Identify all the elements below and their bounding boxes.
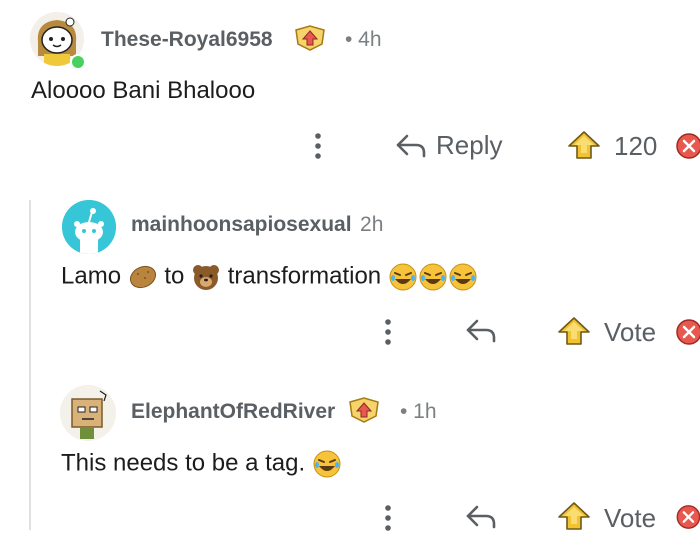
upvote-icon	[568, 131, 600, 159]
comment-timestamp: 2h	[360, 213, 384, 236]
downvote-button[interactable]	[675, 318, 700, 351]
reply-label: Reply	[436, 130, 503, 160]
comment-header: mainhoonsapiosexual 2h	[131, 213, 383, 237]
reply-button[interactable]	[464, 317, 498, 350]
comment-timestamp: • 4h	[345, 28, 382, 51]
more-options-button[interactable]	[306, 131, 330, 161]
vote-count: 120	[614, 131, 658, 161]
more-options-button[interactable]	[376, 317, 400, 347]
avatar[interactable]	[62, 200, 116, 254]
downvote-button[interactable]	[675, 132, 700, 165]
reply-arrow-icon	[466, 505, 496, 529]
potato-emoji-icon	[129, 265, 156, 289]
online-indicator	[70, 54, 86, 70]
box-head-snoo-avatar-icon	[60, 385, 116, 441]
upvote-shield-badge-icon	[295, 25, 325, 51]
reply-button[interactable]: Reply	[394, 130, 502, 161]
rolling-laughing-emoji-icon	[389, 263, 417, 291]
comment-author[interactable]: mainhoonsapiosexual	[131, 213, 352, 236]
reply-arrow-icon	[396, 134, 426, 157]
user-flair-badge	[347, 396, 381, 429]
kebab-menu-icon	[385, 505, 391, 531]
comment-text-part: Lamo	[61, 262, 122, 290]
comment-timestamp: • 1h	[400, 400, 437, 423]
comment-text-part: transformation	[227, 262, 382, 290]
downvote-icon	[676, 319, 700, 345]
vote-label: Vote	[604, 317, 657, 347]
avatar[interactable]	[60, 385, 116, 441]
rolling-laughing-emoji-icon	[449, 263, 477, 291]
upvote-icon	[558, 317, 590, 345]
user-flair-badge	[293, 24, 327, 57]
comment-text-part: to	[164, 262, 185, 290]
thread-line[interactable]	[29, 200, 31, 530]
comment-body: Aloooo Bani Bhalooo	[31, 77, 256, 104]
reply-arrow-icon	[466, 319, 496, 343]
comment-body: This needs to be a tag.	[61, 449, 342, 479]
kebab-menu-icon	[315, 133, 321, 159]
comment-text: This needs to be a tag.	[61, 449, 306, 477]
bear-face-emoji-icon	[193, 265, 220, 290]
upvote-button[interactable]	[566, 129, 602, 161]
upvote-icon	[558, 502, 590, 530]
default-snoo-avatar-icon	[62, 200, 116, 254]
rolling-laughing-emoji-icon	[313, 450, 341, 478]
rolling-laughing-emoji-icon	[419, 263, 447, 291]
kebab-menu-icon	[385, 319, 391, 345]
vote-label: Vote	[604, 503, 657, 533]
comment-author[interactable]: ElephantOfRedRiver	[131, 400, 335, 424]
upvote-shield-badge-icon	[349, 397, 379, 423]
downvote-button[interactable]	[675, 504, 700, 535]
comment-author[interactable]: These-Royal6958	[101, 28, 273, 52]
upvote-button[interactable]	[556, 315, 592, 352]
downvote-icon	[676, 505, 700, 529]
downvote-icon	[676, 133, 700, 159]
comment-body: Lamo to transformation	[61, 262, 478, 292]
more-options-button[interactable]	[376, 503, 400, 531]
reply-button[interactable]	[464, 503, 498, 535]
